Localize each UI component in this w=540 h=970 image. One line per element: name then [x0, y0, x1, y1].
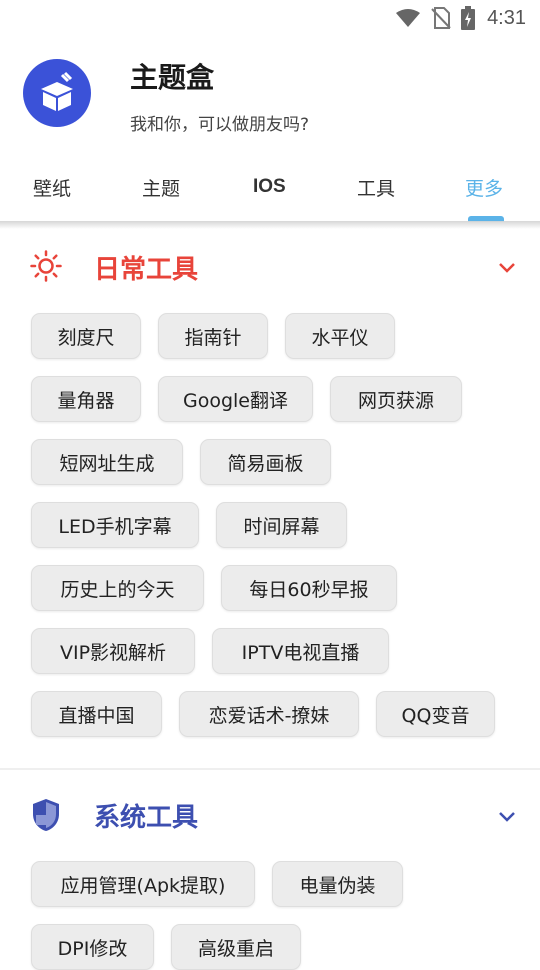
- chevron-down-icon[interactable]: [498, 808, 516, 827]
- app-logo: [23, 59, 91, 127]
- tab-bar: 壁纸 主题 IOS 工具 更多: [0, 160, 540, 220]
- tab-tools[interactable]: 工具: [357, 174, 395, 201]
- section-header-daily-tools[interactable]: 日常工具: [0, 242, 540, 292]
- section-title-system-tools: 系统工具: [94, 803, 199, 833]
- tab-bar-shadow: [0, 221, 540, 229]
- tool-today-in-history[interactable]: 历史上的今天: [31, 565, 204, 611]
- wifi-icon: [395, 8, 421, 28]
- app-subtitle: 我和你，可以做朋友吗?: [130, 115, 310, 135]
- section-header-system-tools[interactable]: 系统工具: [0, 790, 540, 840]
- tool-live-china[interactable]: 直播中国: [31, 691, 162, 737]
- tool-qq-voice-changer[interactable]: QQ变音: [376, 691, 495, 737]
- tool-time-screen[interactable]: 时间屏幕: [216, 502, 347, 548]
- tool-advanced-reboot[interactable]: 高级重启: [171, 924, 301, 970]
- tab-more[interactable]: 更多: [465, 174, 503, 201]
- clock-time: 4:31: [487, 6, 526, 29]
- section-divider: [0, 768, 540, 770]
- tab-wallpaper[interactable]: 壁纸: [33, 174, 71, 201]
- tool-drawing-board[interactable]: 简易画板: [200, 439, 331, 485]
- tool-app-manager[interactable]: 应用管理(Apk提取): [31, 861, 255, 907]
- box-icon: [41, 71, 73, 111]
- tool-compass[interactable]: 指南针: [158, 313, 268, 359]
- tool-protractor[interactable]: 量角器: [31, 376, 141, 422]
- tool-led-subtitle[interactable]: LED手机字幕: [31, 502, 199, 548]
- tool-webpage-source[interactable]: 网页获源: [330, 376, 462, 422]
- tool-dpi-modify[interactable]: DPI修改: [31, 924, 154, 970]
- status-bar: 4:31: [0, 0, 540, 36]
- no-sim-icon: [431, 7, 451, 29]
- tool-ruler[interactable]: 刻度尺: [31, 313, 141, 359]
- sun-icon: [30, 250, 62, 286]
- tool-daily-60s-news[interactable]: 每日60秒早报: [221, 565, 397, 611]
- tool-love-talk[interactable]: 恋爱话术-撩妹: [179, 691, 359, 737]
- tool-google-translate[interactable]: Google翻译: [158, 376, 313, 422]
- chevron-down-icon[interactable]: [498, 259, 516, 278]
- tool-vip-video-parse[interactable]: VIP影视解析: [31, 628, 195, 674]
- tab-theme[interactable]: 主题: [142, 174, 180, 201]
- shield-icon: [32, 798, 60, 836]
- tool-iptv-live[interactable]: IPTV电视直播: [212, 628, 389, 674]
- tool-level[interactable]: 水平仪: [285, 313, 395, 359]
- tool-short-url[interactable]: 短网址生成: [31, 439, 183, 485]
- tool-battery-disguise[interactable]: 电量伪装: [272, 861, 403, 907]
- battery-charging-icon: [461, 6, 476, 30]
- section-title-daily-tools: 日常工具: [94, 255, 199, 285]
- tab-ios[interactable]: IOS: [253, 176, 286, 198]
- app-title: 主题盒: [130, 61, 215, 94]
